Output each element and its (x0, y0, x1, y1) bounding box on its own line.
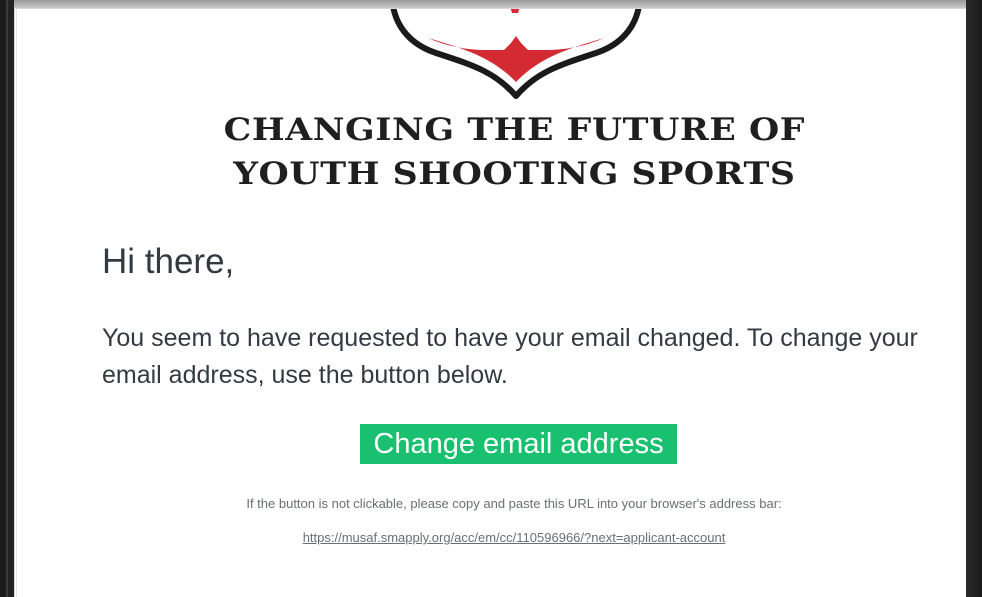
fallback-url-link[interactable]: https://musaf.smapply.org/acc/em/cc/1105… (303, 530, 726, 545)
window-left-edge (0, 0, 14, 597)
email-body: CHANGING THE FUTURE OF YOUTH SHOOTING SP… (14, 8, 966, 597)
shield-logo-icon (390, 8, 642, 99)
tagline-line-1: CHANGING THE FUTURE OF (223, 112, 806, 148)
email-message: You seem to have requested to have your … (102, 324, 918, 389)
tagline-line-2: YOUTH SHOOTING SPORTS (233, 156, 796, 192)
window-right-edge (966, 0, 982, 597)
fallback-note: If the button is not clickable, please c… (246, 496, 782, 511)
content-divider (16, 8, 17, 597)
greeting: Hi there, (102, 242, 235, 281)
fallback-url-line: https://musaf.smapply.org/acc/em/cc/1105… (14, 530, 966, 545)
window-top-edge (0, 0, 982, 8)
change-email-button[interactable]: Change email address (360, 424, 677, 464)
